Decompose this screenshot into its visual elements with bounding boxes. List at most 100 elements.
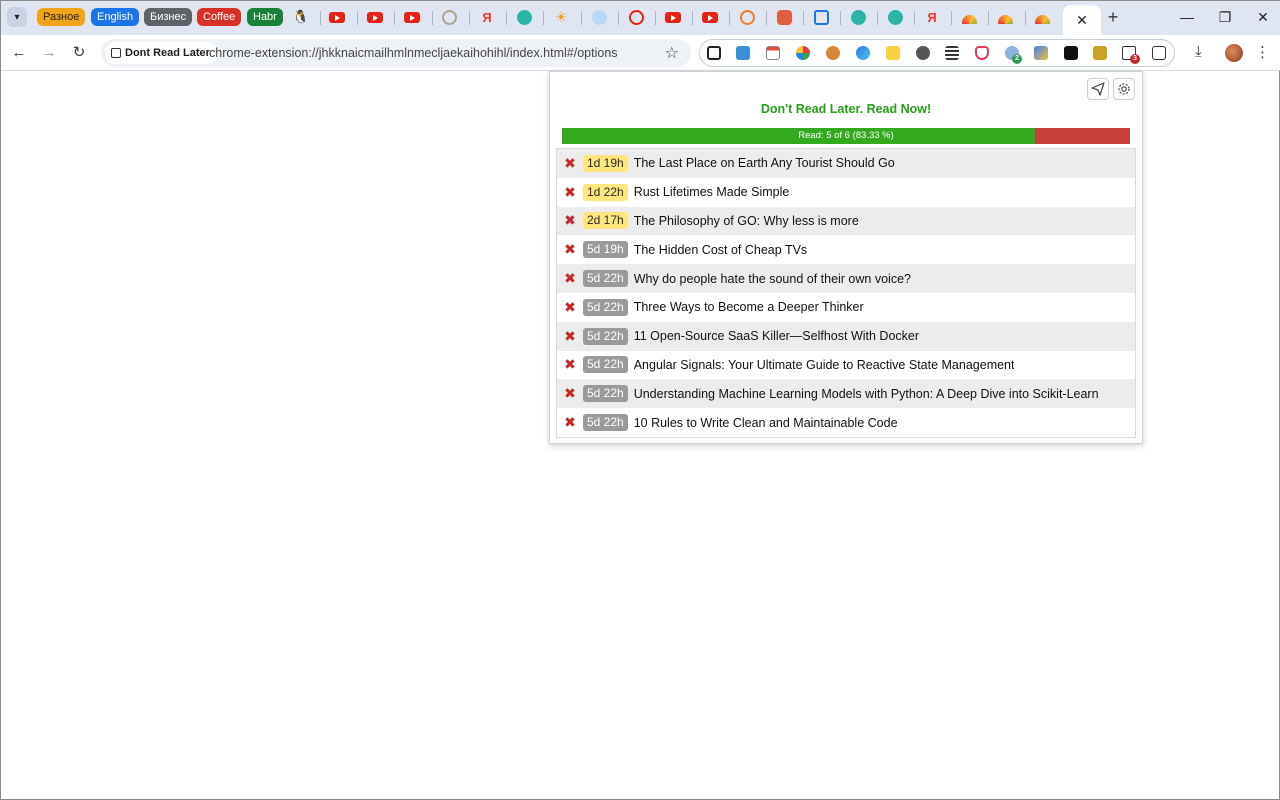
- forward-button[interactable]: →: [39, 43, 59, 63]
- tab-moon[interactable]: [591, 9, 607, 25]
- delete-icon[interactable]: ✖: [563, 356, 577, 373]
- list-item[interactable]: ✖ 5d 22h Three Ways to Become a Deeper Thi…: [557, 292, 1135, 322]
- tab-mail[interactable]: [813, 9, 829, 25]
- list-item[interactable]: ✖ 5d 22h 11 Open-Source SaaS Killer—Selfho…: [557, 321, 1135, 351]
- tab-orange[interactable]: [739, 9, 755, 25]
- gear-extension-icon[interactable]: [916, 46, 930, 60]
- tab-group-3[interactable]: Coffee: [197, 8, 242, 26]
- tab-linux[interactable]: 🐧: [293, 9, 309, 25]
- restore-button[interactable]: ❐: [1213, 7, 1237, 27]
- tab-group-0[interactable]: Разное: [37, 8, 86, 26]
- list-extension-icon[interactable]: [945, 46, 959, 60]
- activity-extension-icon[interactable]: [1093, 46, 1107, 60]
- profile-avatar[interactable]: [1225, 44, 1243, 62]
- medium-extension-icon[interactable]: [1064, 46, 1078, 60]
- more-menu-icon[interactable]: ⋮: [1255, 43, 1270, 63]
- blue-circle-extension-icon[interactable]: [856, 46, 870, 60]
- sticky-note-extension-icon[interactable]: [886, 46, 900, 60]
- tab-youtube-3[interactable]: [404, 9, 420, 25]
- url-text[interactable]: chrome-extension://jhkknaicmailhmlnmeclj…: [209, 46, 618, 60]
- tab-youtube-2[interactable]: [367, 9, 383, 25]
- address-bar[interactable]: Dont Read Later chrome-extension://jhkkn…: [101, 39, 691, 67]
- tab-group-2[interactable]: Бизнес: [144, 8, 193, 26]
- close-window-button[interactable]: ✕: [1251, 7, 1275, 27]
- tab-medium-2[interactable]: [850, 9, 866, 25]
- puzzle-icon[interactable]: [1152, 46, 1166, 60]
- article-title-link[interactable]: Understanding Machine Learning Models wi…: [634, 387, 1099, 401]
- article-title-link[interactable]: Rust Lifetimes Made Simple: [634, 185, 790, 199]
- dont-read-later-badge: 3: [1130, 54, 1140, 64]
- color-wheel-extension-icon[interactable]: [796, 46, 810, 60]
- article-title-link[interactable]: The Philosophy of GO: Why less is more: [634, 214, 859, 228]
- age-badge: 5d 22h: [583, 356, 628, 374]
- tab-search-button[interactable]: ▾: [7, 7, 27, 27]
- blue-square-extension-icon[interactable]: [736, 46, 750, 60]
- tab-rainbow-1[interactable]: [961, 9, 977, 25]
- tab-goodreads[interactable]: [441, 9, 457, 25]
- list-item[interactable]: ✖ 5d 22h 10 Rules to Write Clean and Maint…: [557, 408, 1135, 437]
- tab-group-4[interactable]: Habr: [247, 8, 283, 26]
- article-title-link[interactable]: 10 Rules to Write Clean and Maintainable…: [634, 416, 898, 430]
- tab-separator: [506, 11, 507, 25]
- sun-icon: ☀: [554, 8, 568, 25]
- settings-button[interactable]: [1113, 78, 1135, 100]
- pocket-extension-icon[interactable]: [975, 46, 989, 60]
- calendar-extension-icon[interactable]: [766, 46, 780, 60]
- tab-yandex-2[interactable]: Я: [924, 9, 940, 25]
- site-info-chip[interactable]: Dont Read Later: [105, 42, 218, 64]
- list-item[interactable]: ✖ 1d 19h The Last Place on Earth Any Touri…: [557, 149, 1135, 178]
- tab-rainbow-2[interactable]: [997, 9, 1013, 25]
- tab-sun[interactable]: ☀: [553, 9, 569, 25]
- tab-separator: [951, 11, 952, 25]
- article-title-link[interactable]: Angular Signals: Your Ultimate Guide to …: [634, 358, 1015, 372]
- bookmark-star-icon[interactable]: ☆: [665, 43, 679, 63]
- g-icon: [441, 9, 457, 25]
- tab-yandex-1[interactable]: Я: [479, 9, 495, 25]
- delete-icon[interactable]: ✖: [563, 299, 577, 316]
- download-icon[interactable]: ⤓: [1195, 43, 1202, 60]
- tab-youtube-5[interactable]: [665, 9, 681, 25]
- list-item[interactable]: ✖ 5d 22h Understanding Machine Learning Mo…: [557, 379, 1135, 409]
- article-title-link[interactable]: Why do people hate the sound of their ow…: [634, 272, 911, 286]
- tab-medium-1[interactable]: [516, 9, 532, 25]
- tab-red-square[interactable]: [776, 9, 792, 25]
- cookie-extension-icon[interactable]: [826, 46, 840, 60]
- delete-icon[interactable]: ✖: [563, 212, 577, 229]
- minimize-button[interactable]: —: [1175, 7, 1199, 27]
- translate-extension-icon[interactable]: [1034, 46, 1048, 60]
- tab-youtube-1[interactable]: [329, 9, 345, 25]
- list-item[interactable]: ✖ 2d 17h The Philosophy of GO: Why less is…: [557, 206, 1135, 236]
- red-square-icon: [776, 9, 792, 25]
- list-item[interactable]: ✖ 5d 22h Why do people hate the sound of t…: [557, 264, 1135, 293]
- delete-icon[interactable]: ✖: [563, 270, 577, 287]
- article-title-link[interactable]: 11 Open-Source SaaS Killer—Selfhost With…: [634, 329, 919, 343]
- tab-rainbow-3[interactable]: [1034, 9, 1050, 25]
- youtube-icon: [404, 11, 420, 23]
- article-title-link[interactable]: Three Ways to Become a Deeper Thinker: [634, 300, 864, 314]
- back-button[interactable]: ←: [9, 43, 29, 63]
- delete-icon[interactable]: ✖: [563, 385, 577, 402]
- article-title-link[interactable]: The Last Place on Earth Any Tourist Shou…: [634, 156, 895, 170]
- tab-group-1[interactable]: English: [91, 8, 140, 26]
- delete-icon[interactable]: ✖: [563, 155, 577, 172]
- tab-youtube-4[interactable]: [628, 9, 644, 25]
- delete-icon[interactable]: ✖: [563, 184, 577, 201]
- list-item[interactable]: ✖ 5d 22h Angular Signals: Your Ultimate Gu…: [557, 350, 1135, 380]
- close-icon[interactable]: ✕: [1076, 12, 1088, 29]
- active-tab[interactable]: ✕: [1063, 5, 1101, 35]
- send-button[interactable]: [1087, 78, 1109, 100]
- list-item[interactable]: ✖ 1d 22h Rust Lifetimes Made Simple: [557, 177, 1135, 207]
- delete-icon[interactable]: ✖: [563, 241, 577, 258]
- new-tab-button[interactable]: +: [1103, 7, 1123, 27]
- tab-separator: [988, 11, 989, 25]
- list-item[interactable]: ✖ 5d 19h The Hidden Cost of Cheap TVs: [557, 235, 1135, 265]
- tab-youtube-6[interactable]: [702, 9, 718, 25]
- tab-medium-3[interactable]: [887, 9, 903, 25]
- reload-button[interactable]: ↻: [69, 43, 89, 63]
- article-title-link[interactable]: The Hidden Cost of Cheap TVs: [634, 243, 807, 257]
- delete-icon[interactable]: ✖: [563, 414, 577, 431]
- search-extension-icon[interactable]: [707, 46, 721, 60]
- delete-icon[interactable]: ✖: [563, 328, 577, 345]
- youtube-icon: [665, 11, 681, 23]
- age-badge: 5d 22h: [583, 270, 628, 288]
